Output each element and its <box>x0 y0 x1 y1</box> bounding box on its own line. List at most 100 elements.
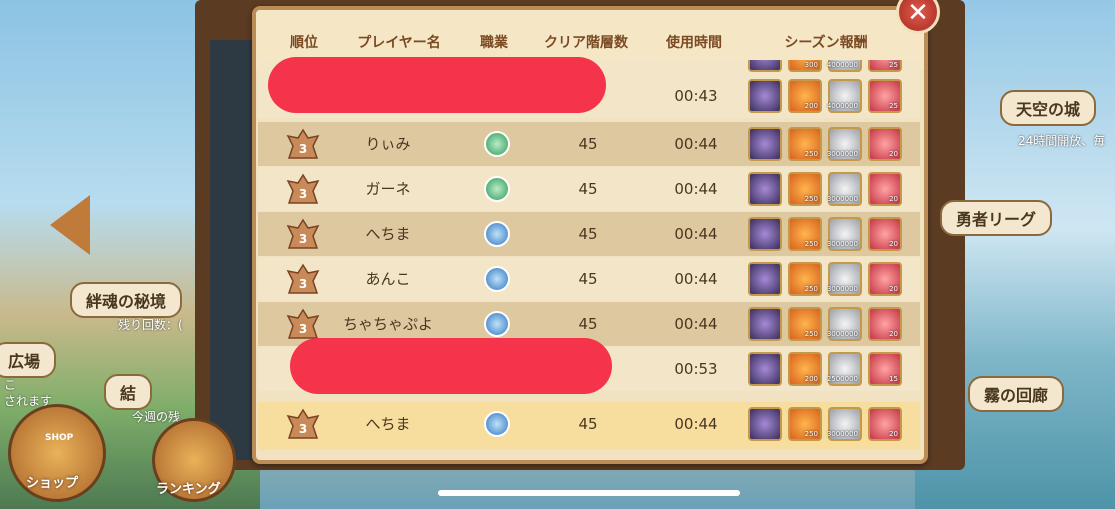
ticket-reward-icon[interactable]: 20 <box>868 172 902 206</box>
reward-count: 200 <box>804 102 818 110</box>
emblem-reward-icon[interactable] <box>748 60 782 72</box>
reward-count: 3000000 <box>826 195 858 203</box>
time-used: 00:44 <box>674 315 718 333</box>
ticket-reward-icon[interactable]: 25 <box>868 79 902 113</box>
emblem-reward-icon[interactable] <box>748 217 782 251</box>
cleared-floors: 45 <box>578 415 598 433</box>
hero-league-sign[interactable]: 勇者リーグ <box>940 200 1053 236</box>
shield-reward-icon[interactable]: 250 <box>788 307 822 341</box>
job-green-icon <box>484 131 510 157</box>
ticket-reward-icon[interactable]: 20 <box>868 262 902 296</box>
job-blue-icon <box>484 411 510 437</box>
reward-count: 250 <box>804 330 818 338</box>
emblem-reward-icon[interactable] <box>748 352 782 386</box>
reward-count: 20 <box>889 330 898 338</box>
reward-group: 250 3000000 20 <box>748 407 908 441</box>
shell-reward-icon[interactable]: 2500000 <box>826 352 862 386</box>
shop-badge: SHOP <box>45 433 74 443</box>
reward-count: 4000000 <box>826 61 858 69</box>
header-season-reward: シーズン報酬 <box>784 35 868 51</box>
ticket-reward-icon[interactable]: 25 <box>868 60 902 72</box>
cleared-floors: 45 <box>578 225 598 243</box>
sky-castle-sign[interactable]: 天空の城 <box>1000 90 1097 126</box>
shell-reward-icon[interactable]: 3000000 <box>826 262 862 296</box>
reward-group: 250 3000000 20 <box>748 127 908 161</box>
shield-reward-icon[interactable]: 250 <box>788 172 822 206</box>
time-used: 00:43 <box>674 87 718 105</box>
player-name[interactable]: あんこ <box>328 257 448 301</box>
shield-reward-icon[interactable]: 250 <box>788 407 822 441</box>
table-row[interactable]: 3 ガーネ 45 00:44 250 3000000 20 <box>258 167 920 211</box>
table-row[interactable]: 3 りぃみ 45 00:44 250 3000000 20 <box>258 122 920 166</box>
reward-count: 3000000 <box>826 240 858 248</box>
reward-count: 20 <box>889 195 898 203</box>
job-green-icon <box>484 176 510 202</box>
plaza-sign[interactable]: 広場 <box>0 342 57 378</box>
kizuna-dungeon-sign[interactable]: 絆魂の秘境 <box>70 282 183 318</box>
shop-label: ショップ <box>26 476 79 491</box>
shell-reward-icon[interactable]: 3000000 <box>826 217 862 251</box>
emblem-reward-icon[interactable] <box>748 307 782 341</box>
rank-number: 3 <box>299 187 307 201</box>
table-row[interactable]: 3 へちま 45 00:44 250 3000000 20 <box>258 212 920 256</box>
reward-count: 250 <box>804 195 818 203</box>
reward-count: 2500000 <box>826 375 858 383</box>
emblem-reward-icon[interactable] <box>748 262 782 296</box>
shell-reward-icon[interactable]: 3000000 <box>826 172 862 206</box>
ticket-reward-icon[interactable]: 20 <box>868 217 902 251</box>
ticket-reward-icon[interactable]: 20 <box>868 127 902 161</box>
shell-reward-icon[interactable]: 4000000 <box>826 60 862 72</box>
home-indicator[interactable] <box>438 490 740 496</box>
time-used: 00:44 <box>674 180 718 198</box>
rank-number: 3 <box>299 142 307 156</box>
emblem-reward-icon[interactable] <box>748 172 782 206</box>
player-name[interactable]: りぃみ <box>328 122 448 166</box>
shield-reward-icon[interactable]: 250 <box>788 262 822 296</box>
ticket-reward-icon[interactable]: 15 <box>868 352 902 386</box>
shell-reward-icon[interactable]: 3000000 <box>827 307 862 341</box>
shield-reward-icon[interactable]: 200 <box>788 352 822 386</box>
mist-corridor-sign[interactable]: 霧の回廊 <box>968 376 1065 412</box>
sky-castle-subtext: 24時間開放、毎 <box>1018 134 1106 148</box>
rank-number: 3 <box>299 232 307 246</box>
reward-count: 15 <box>889 375 898 383</box>
header-floors: クリア階層数 <box>544 35 628 51</box>
job-blue-icon <box>484 266 510 292</box>
emblem-reward-icon[interactable] <box>748 79 782 113</box>
table-row[interactable]: 3 あんこ 45 00:44 250 3000000 20 <box>258 257 920 301</box>
reward-count: 300 <box>804 61 818 69</box>
rank-medal-icon: 3 <box>286 218 320 249</box>
bond-sign[interactable]: 結 <box>104 374 153 410</box>
ticket-reward-icon[interactable]: 20 <box>868 307 902 341</box>
shell-reward-icon[interactable]: 3000000 <box>827 407 862 441</box>
job-blue-icon <box>484 311 510 337</box>
reward-count: 3000000 <box>826 150 858 158</box>
reward-group: 250 3000000 20 <box>748 217 908 251</box>
redacted-name-2 <box>290 338 612 394</box>
shield-reward-icon[interactable]: 300 <box>788 60 822 72</box>
reward-count: 250 <box>804 240 818 248</box>
reward-count: 25 <box>889 61 898 69</box>
plaza-subtext-1: こ <box>4 378 17 392</box>
reward-count: 20 <box>889 285 898 293</box>
shield-reward-icon[interactable]: 250 <box>788 127 822 161</box>
redacted-name-1 <box>268 57 606 113</box>
reward-count: 25 <box>889 102 898 110</box>
reward-group: 250 3000000 20 <box>748 262 908 296</box>
emblem-reward-icon[interactable] <box>748 127 782 161</box>
table-row-self[interactable]: 3 へちま 45 00:44 250 3000000 20 <box>258 402 920 450</box>
shield-reward-icon[interactable]: 200 <box>788 79 822 113</box>
emblem-reward-icon[interactable] <box>748 407 782 441</box>
shell-reward-icon[interactable]: 4000000 <box>826 79 862 113</box>
player-name[interactable]: ガーネ <box>328 167 448 211</box>
reward-count: 250 <box>804 430 818 438</box>
reward-count: 4000000 <box>826 102 858 110</box>
cleared-floors: 45 <box>578 270 598 288</box>
shield-reward-icon[interactable]: 250 <box>788 217 822 251</box>
player-name[interactable]: へちま <box>328 212 448 256</box>
shell-reward-icon[interactable]: 3000000 <box>826 127 862 161</box>
reward-count: 3000000 <box>826 285 858 293</box>
player-name[interactable]: へちま <box>328 402 448 446</box>
ticket-reward-icon[interactable]: 20 <box>868 407 902 441</box>
rank-number: 3 <box>299 277 307 291</box>
